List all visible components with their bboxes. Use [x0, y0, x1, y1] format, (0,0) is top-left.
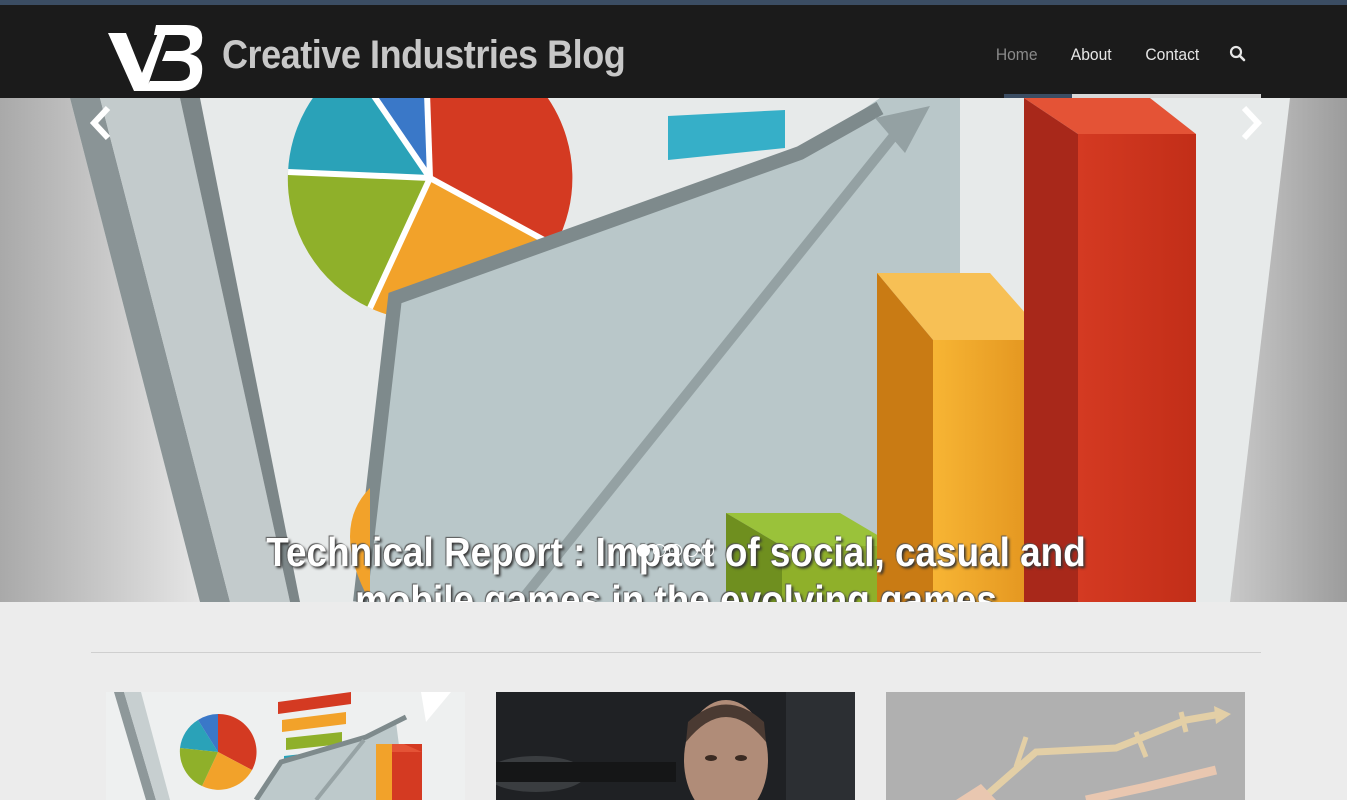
- nav-contact[interactable]: Contact: [1132, 5, 1214, 98]
- main-nav: Home About Contact: [979, 5, 1261, 98]
- search-icon: [1229, 45, 1246, 62]
- site-logo[interactable]: [106, 15, 206, 93]
- post-thumbnail: [886, 692, 1245, 800]
- chevron-right-icon[interactable]: [1232, 98, 1272, 148]
- post-card[interactable]: [496, 692, 855, 800]
- post-card[interactable]: [106, 692, 465, 800]
- slide-dot[interactable]: [653, 544, 666, 557]
- slide-indicators: [637, 544, 714, 557]
- post-card[interactable]: [886, 692, 1245, 800]
- slide-dot[interactable]: [685, 544, 698, 557]
- search-button[interactable]: [1217, 5, 1261, 98]
- hero-slide-image: [0, 98, 1347, 602]
- site-title[interactable]: Creative Industries Blog: [222, 33, 626, 78]
- hero-slider[interactable]: Technical Report : Impact of social, cas…: [0, 98, 1347, 602]
- nav-home[interactable]: Home: [982, 5, 1051, 98]
- hero-caption[interactable]: Technical Report : Impact of social, cas…: [248, 528, 1105, 602]
- section-divider: [91, 652, 1261, 653]
- post-thumbnail: [496, 692, 855, 800]
- chevron-left-icon[interactable]: [82, 98, 122, 148]
- nav-about[interactable]: About: [1057, 5, 1125, 98]
- slide-dot[interactable]: [669, 544, 682, 557]
- slide-dot[interactable]: [637, 544, 650, 557]
- slide-dot[interactable]: [701, 544, 714, 557]
- post-thumbnail: [106, 692, 465, 800]
